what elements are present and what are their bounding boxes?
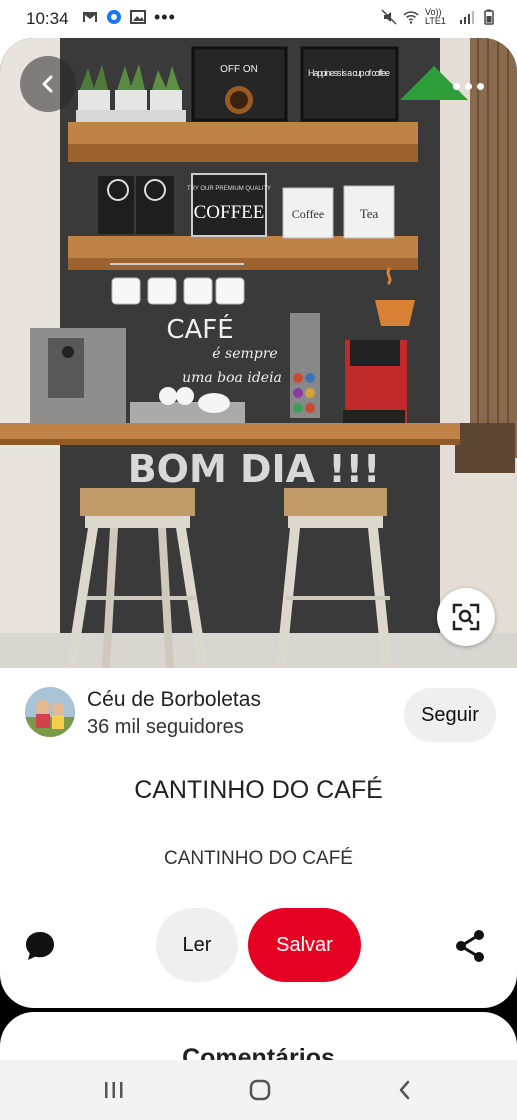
recent-apps-icon[interactable] bbox=[103, 1080, 125, 1100]
back-button[interactable] bbox=[20, 56, 76, 112]
pin-illustration: OFF ON Happiness is a cup of coffee TRY … bbox=[0, 38, 517, 668]
more-dots-icon bbox=[452, 82, 460, 90]
chevron-left-icon bbox=[42, 75, 53, 93]
save-button[interactable]: Salvar bbox=[248, 908, 361, 982]
coffee-canister-text: Coffee bbox=[292, 207, 324, 221]
chalk-cafe-text: CAFÉ bbox=[166, 313, 233, 345]
pin-card: OFF ON Happiness is a cup of coffee TRY … bbox=[0, 38, 517, 1008]
notification-icons: ••• bbox=[82, 7, 176, 27]
battery-icon bbox=[484, 9, 494, 25]
system-icons: Vo)) LTE1 bbox=[381, 8, 497, 26]
chalk-bom-dia-text: BOM DIA !!! bbox=[128, 447, 381, 491]
off-on-text: OFF ON bbox=[220, 64, 258, 75]
share-icon[interactable] bbox=[452, 928, 488, 964]
nav-back-icon[interactable] bbox=[395, 1079, 415, 1101]
more-options-button[interactable] bbox=[440, 68, 496, 104]
read-button[interactable]: Ler bbox=[156, 908, 238, 982]
wifi-icon bbox=[403, 11, 419, 24]
follow-button[interactable]: Seguir bbox=[404, 688, 496, 742]
happiness-text: Happiness is a cup of coffee bbox=[308, 68, 390, 78]
creator-name[interactable]: Céu de Borboletas bbox=[87, 688, 261, 712]
pin-image[interactable]: OFF ON Happiness is a cup of coffee TRY … bbox=[0, 38, 517, 668]
signal-icon bbox=[460, 11, 474, 24]
more-notifications-icon: ••• bbox=[154, 7, 176, 27]
messenger-icon bbox=[107, 10, 121, 24]
more-dot bbox=[464, 82, 472, 90]
chalk-ideia-text: uma boa ideia bbox=[182, 370, 282, 386]
visual-search-icon bbox=[452, 603, 480, 631]
chalk-sempre-text: é sempre bbox=[212, 346, 277, 362]
pin-description: CANTINHO DO CAFÉ bbox=[164, 848, 353, 869]
avatar[interactable] bbox=[25, 687, 75, 737]
creator-row: Céu de Borboletas 36 mil seguidores Segu… bbox=[0, 668, 517, 768]
more-dot bbox=[476, 82, 484, 90]
status-time: 10:34 bbox=[26, 9, 69, 28]
visual-search-button[interactable] bbox=[437, 588, 495, 646]
system-nav-bar bbox=[0, 1060, 517, 1120]
creator-followers: 36 mil seguidores bbox=[87, 716, 244, 738]
status-bar: 10:34 ••• Vo)) LTE1 bbox=[0, 0, 517, 38]
network-label: Vo)) LTE1 bbox=[425, 7, 446, 26]
gmail-icon bbox=[83, 12, 97, 22]
mute-icon bbox=[381, 9, 397, 25]
home-icon[interactable] bbox=[249, 1079, 271, 1101]
tea-canister-text: Tea bbox=[360, 206, 379, 221]
coffee-sign-top: TRY OUR PREMIUM QUALITY bbox=[187, 186, 271, 192]
pin-title: CANTINHO DO CAFÉ bbox=[134, 776, 383, 804]
comment-icon[interactable] bbox=[22, 928, 58, 964]
coffee-sign: COFFEE bbox=[194, 202, 265, 223]
gallery-icon bbox=[130, 10, 146, 24]
action-bar: Ler Salvar bbox=[0, 906, 517, 986]
avatar-photo bbox=[25, 687, 75, 737]
